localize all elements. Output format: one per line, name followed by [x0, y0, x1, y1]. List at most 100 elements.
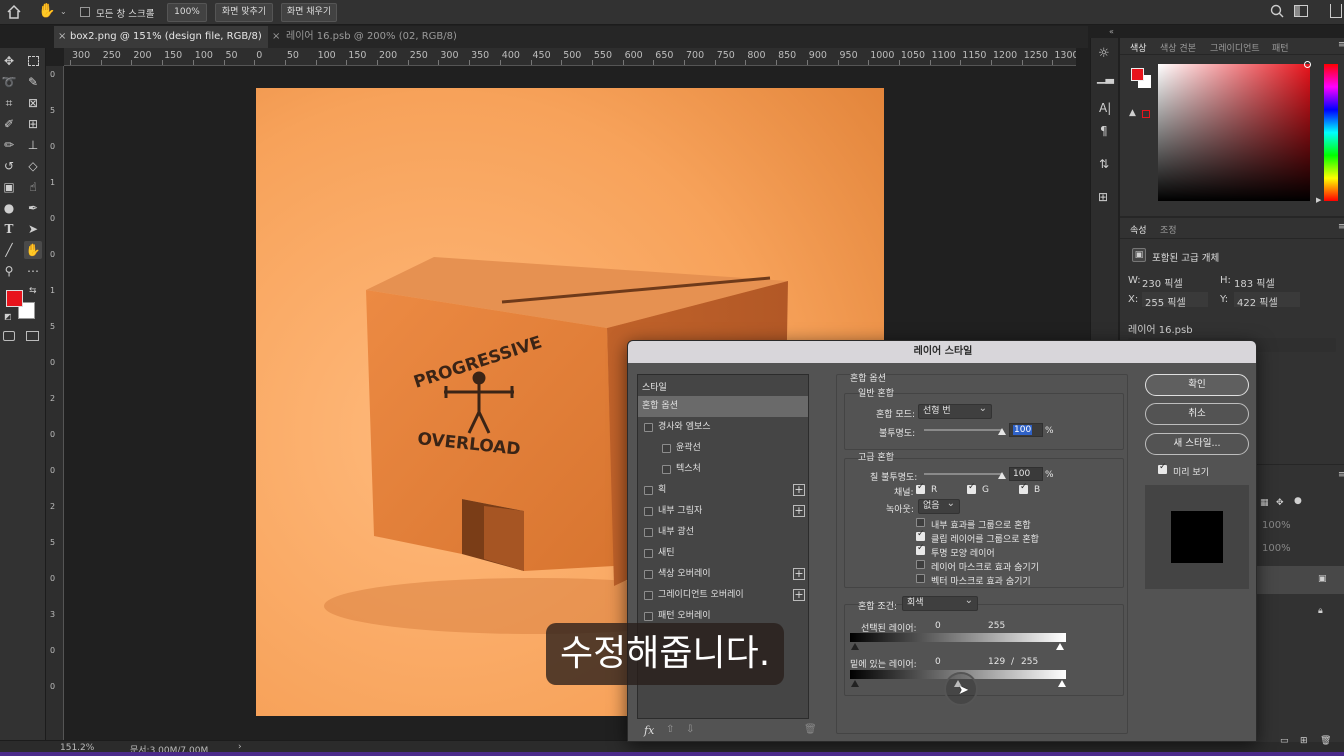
opacity-input[interactable]: 100 [1009, 423, 1043, 437]
knockout-select[interactable]: 없음 [918, 497, 960, 514]
zoom-tool-icon[interactable]: ⚲ [0, 262, 18, 280]
trash-icon[interactable]: 🗑︎ [1320, 736, 1331, 746]
style-item[interactable]: 경사와 엠보스 [638, 417, 808, 438]
preview-checkbox[interactable] [1158, 462, 1167, 474]
marquee-tool-icon[interactable] [24, 52, 42, 70]
panel-menu-icon[interactable]: ≡ [1338, 222, 1344, 232]
opacity-slider-thumb[interactable] [998, 428, 1006, 435]
dodge-tool-icon[interactable]: ● [0, 199, 18, 217]
healing-brush-icon[interactable]: ⊞ [24, 115, 42, 133]
crop-tool-icon[interactable]: ⌗ [0, 94, 18, 112]
type-tool-icon[interactable]: T [0, 220, 18, 238]
style-item[interactable]: 획 + [638, 480, 808, 501]
tab-layer16[interactable]: × 레이어 16.psb @ 200% (02, RGB/8) [270, 26, 470, 48]
gradient-tool-icon[interactable]: ▣ [0, 178, 18, 196]
advanced-option-checkbox[interactable] [916, 518, 925, 527]
fx-button[interactable]: fx [644, 724, 654, 737]
search-icon[interactable] [1270, 4, 1284, 21]
lock-pixels-icon[interactable]: ▦ [1260, 498, 1269, 508]
style-item[interactable]: 혼합 옵션 [638, 396, 808, 417]
fill-opacity-slider[interactable] [924, 473, 1002, 475]
style-item-checkbox[interactable] [644, 528, 653, 537]
color-picker-cursor[interactable] [1304, 61, 1311, 68]
style-item-checkbox[interactable] [644, 591, 653, 600]
add-effect-plus-icon[interactable]: + [793, 568, 805, 580]
style-item[interactable]: 그레이디언트 오버레이 + [638, 585, 808, 606]
width-value[interactable]: 230 픽셀 [1142, 275, 1183, 290]
fg-color-chip[interactable] [1131, 68, 1144, 81]
zoom-100-button[interactable]: 100% [167, 3, 207, 22]
all-windows-checkbox[interactable] [80, 7, 90, 17]
fill-opacity-input[interactable]: 100 [1009, 467, 1043, 481]
chevron-down-icon[interactable]: ⌄ [60, 7, 67, 16]
underlying-white-thumb[interactable] [1058, 680, 1066, 687]
stamp-tool-icon[interactable]: ⊥ [24, 136, 42, 154]
underlying-black-thumb[interactable] [851, 680, 859, 687]
move-up-icon[interactable]: ⇧ [666, 724, 674, 735]
path-selection-icon[interactable]: ➤ [24, 220, 42, 238]
blend-mode-select[interactable]: 선형 번 [918, 402, 992, 419]
style-item[interactable]: 윤곽선 [638, 438, 808, 459]
libraries-icon[interactable]: ⊞ [1098, 190, 1108, 204]
style-item-checkbox[interactable] [662, 444, 671, 453]
eraser-tool-icon[interactable]: ◇ [24, 157, 42, 175]
collapse-chevron-icon[interactable]: « [1109, 27, 1114, 36]
selected-layer-row[interactable] [1257, 566, 1344, 594]
foreground-color-swatch[interactable] [6, 290, 23, 307]
new-group-icon[interactable]: ▭ [1280, 736, 1289, 746]
panel-menu-icon[interactable]: ≡ [1338, 40, 1344, 50]
layer-fill-value[interactable]: 100% [1262, 543, 1291, 554]
layer-opacity-value[interactable]: 100% [1262, 520, 1291, 531]
height-value[interactable]: 183 픽셀 [1234, 275, 1275, 290]
this-layer-black-thumb[interactable] [851, 643, 859, 650]
history-icon[interactable]: ⇅ [1099, 157, 1109, 171]
lock-all-icon[interactable]: ● [1294, 496, 1302, 506]
this-layer-gradient-bar[interactable] [850, 633, 1066, 642]
delete-effect-icon[interactable]: 🗑︎ [804, 724, 817, 735]
opacity-slider[interactable] [924, 429, 1002, 431]
share-icon[interactable] [1330, 4, 1342, 18]
history-brush-icon[interactable]: ↺ [0, 157, 18, 175]
tab-properties[interactable]: 속성 [1130, 223, 1147, 236]
style-item-checkbox[interactable] [644, 570, 653, 579]
quick-mask-icon[interactable] [3, 331, 15, 341]
advanced-option-checkbox[interactable] [916, 574, 925, 583]
lock-position-icon[interactable]: ✥ [1276, 498, 1284, 508]
smudge-tool-icon[interactable]: ☝ [24, 178, 42, 196]
advanced-option-checkbox[interactable] [916, 529, 925, 541]
close-icon[interactable]: × [58, 26, 66, 48]
tab-adjustments[interactable]: 조정 [1160, 223, 1177, 236]
tab-gradients[interactable]: 그레이디언트 [1210, 41, 1260, 54]
style-item-checkbox[interactable] [644, 549, 653, 558]
fill-opacity-slider-thumb[interactable] [998, 472, 1006, 479]
channel-b-checkbox[interactable] [1019, 482, 1028, 494]
magic-wand-icon[interactable]: ✎ [24, 73, 42, 91]
tab-color[interactable]: 색상 [1130, 41, 1147, 54]
style-item-checkbox[interactable] [644, 423, 653, 432]
hand-tool-icon[interactable]: ✋ [38, 3, 55, 19]
fit-screen-button[interactable]: 화면 맞추기 [215, 3, 273, 22]
swap-colors-icon[interactable]: ⇆ [29, 286, 37, 296]
style-item-checkbox[interactable] [662, 465, 671, 474]
style-item[interactable]: 텍스처 [638, 459, 808, 480]
panel-menu-icon[interactable]: ≡ [1338, 470, 1344, 480]
home-icon[interactable] [6, 4, 22, 20]
advanced-option-checkbox[interactable] [916, 560, 925, 569]
add-effect-plus-icon[interactable]: + [793, 484, 805, 496]
hue-slider-marker[interactable]: ▶ [1316, 196, 1321, 204]
hue-slider[interactable] [1324, 64, 1338, 201]
pen-tool-icon[interactable]: ✒ [24, 199, 42, 217]
x-value[interactable]: 255 픽셀 [1142, 292, 1208, 309]
y-value[interactable]: 422 픽셀 [1234, 292, 1300, 309]
tab-box2[interactable]: × box2.png @ 151% (design file, RGB/8) * [54, 26, 268, 64]
more-tools-icon[interactable]: ⋯ [24, 262, 42, 280]
style-item[interactable]: 새틴 [638, 543, 808, 564]
hand-tool-icon[interactable]: ✋ [24, 241, 42, 259]
screen-mode-icon[interactable] [26, 331, 39, 341]
style-item-checkbox[interactable] [644, 612, 653, 621]
frame-tool-icon[interactable]: ⊠ [24, 94, 42, 112]
advanced-option-checkbox[interactable] [916, 543, 925, 555]
blend-if-select[interactable]: 회색 [902, 594, 978, 611]
paragraph-icon[interactable]: ¶ [1100, 124, 1108, 138]
this-layer-white-thumb[interactable] [1056, 643, 1064, 650]
